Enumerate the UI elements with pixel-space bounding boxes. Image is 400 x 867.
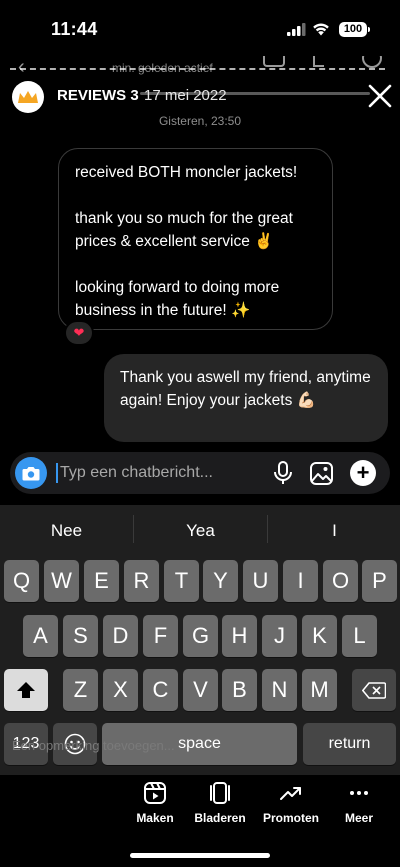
close-icon[interactable] xyxy=(366,82,394,110)
wifi-icon xyxy=(313,23,329,36)
status-bar: 11:44 100 xyxy=(0,0,400,56)
key-x[interactable]: X xyxy=(103,669,138,711)
bottom-toolbar: Maken Bladeren Promoten Meer xyxy=(0,775,400,867)
tool-meer[interactable]: Meer xyxy=(324,781,394,825)
key-w[interactable]: W xyxy=(44,560,79,602)
key-k[interactable]: K xyxy=(302,615,337,657)
comment-hint: Een opmerking toevoegen... xyxy=(12,738,175,753)
key-n[interactable]: N xyxy=(262,669,297,711)
key-d[interactable]: D xyxy=(103,615,138,657)
return-key[interactable]: return xyxy=(303,723,396,765)
message-text: Thank you aswell my friend, anytime agai… xyxy=(120,369,371,409)
battery-tip xyxy=(368,27,370,32)
gallery-icon[interactable] xyxy=(310,462,333,485)
stack-icon xyxy=(210,782,230,804)
key-t[interactable]: T xyxy=(164,560,199,602)
microphone-icon[interactable] xyxy=(272,461,294,485)
camera-button[interactable] xyxy=(15,457,47,489)
drag-divider xyxy=(10,68,385,70)
story-username[interactable]: REVIEWS 3 xyxy=(57,87,139,104)
message-line: thank you so much for the great prices &… xyxy=(75,210,293,250)
tool-label: Meer xyxy=(344,811,373,825)
key-f[interactable]: F xyxy=(143,615,178,657)
key-m[interactable]: M xyxy=(302,669,337,711)
add-icon[interactable]: + xyxy=(350,460,376,486)
key-a[interactable]: A xyxy=(23,615,58,657)
backspace-key[interactable] xyxy=(352,669,396,711)
back-arrow-icon: ‹ xyxy=(18,56,25,78)
key-u[interactable]: U xyxy=(243,560,278,602)
key-y[interactable]: Y xyxy=(203,560,238,602)
key-c[interactable]: C xyxy=(143,669,178,711)
suggestion-item[interactable]: Yea xyxy=(134,521,267,541)
keyboard: Nee Yea I Q W E R T Y U I O P A S D F G … xyxy=(0,505,400,775)
suggestion-item[interactable]: I xyxy=(268,521,400,541)
key-s[interactable]: S xyxy=(63,615,98,657)
key-p[interactable]: P xyxy=(362,560,397,602)
key-q[interactable]: Q xyxy=(4,560,39,602)
tool-promoten[interactable]: Promoten xyxy=(256,781,326,825)
key-e[interactable]: E xyxy=(84,560,119,602)
message-line: received BOTH moncler jackets! xyxy=(75,164,298,181)
text-caret xyxy=(56,463,58,483)
key-h[interactable]: H xyxy=(222,615,257,657)
tool-maken[interactable]: Maken xyxy=(120,781,190,825)
key-j[interactable]: J xyxy=(262,615,297,657)
cellular-signal-icon xyxy=(287,23,306,36)
suggestion-item[interactable]: Nee xyxy=(0,521,133,541)
incoming-message-bubble[interactable]: received BOTH moncler jackets! thank you… xyxy=(58,148,333,330)
outgoing-message-bubble[interactable]: Thank you aswell my friend, anytime agai… xyxy=(104,354,388,442)
message-composer: + xyxy=(10,452,390,494)
key-v[interactable]: V xyxy=(183,669,218,711)
key-r[interactable]: R xyxy=(124,560,159,602)
tool-bladeren[interactable]: Bladeren xyxy=(185,781,255,825)
crown-logo-icon xyxy=(18,91,38,103)
background-app-header: ‹ min. geleden actief xyxy=(0,56,400,78)
suggestion-bar: Nee Yea I xyxy=(0,505,400,553)
tool-label: Maken xyxy=(136,811,174,825)
key-z[interactable]: Z xyxy=(63,669,98,711)
background-header-icons xyxy=(263,56,382,68)
home-indicator[interactable] xyxy=(130,853,270,858)
message-input[interactable] xyxy=(60,452,260,494)
delete-icon xyxy=(361,682,387,699)
tool-label: Bladeren xyxy=(194,811,246,825)
message-timestamp: Gisteren, 23:50 xyxy=(158,114,242,128)
key-g[interactable]: G xyxy=(183,615,218,657)
key-i[interactable]: I xyxy=(283,560,318,602)
avatar[interactable] xyxy=(12,81,44,113)
key-b[interactable]: B xyxy=(222,669,257,711)
story-date: 17 mei 2022 xyxy=(144,87,227,104)
shift-arrow-icon xyxy=(17,682,35,698)
battery-indicator: 100 xyxy=(339,22,367,37)
tool-label: Promoten xyxy=(262,811,319,825)
camera-icon xyxy=(22,466,40,480)
heart-reaction-badge[interactable]: ❤ xyxy=(64,320,94,346)
more-icon xyxy=(350,791,368,795)
trend-icon xyxy=(280,787,301,800)
key-l[interactable]: L xyxy=(342,615,377,657)
key-o[interactable]: O xyxy=(323,560,358,602)
message-line: looking forward to doing more business i… xyxy=(75,279,280,319)
status-time: 11:44 xyxy=(51,19,98,39)
clip-icon xyxy=(144,782,166,804)
shift-key[interactable] xyxy=(4,669,48,711)
